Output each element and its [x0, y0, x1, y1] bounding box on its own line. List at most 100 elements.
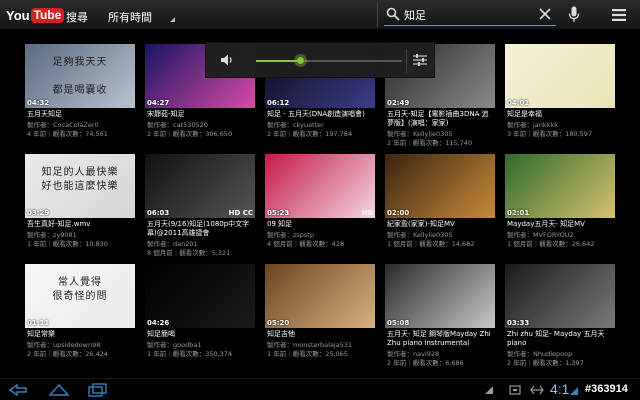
video-title[interactable]: 09 知足 [267, 220, 375, 229]
duration-label: 03:29 [27, 209, 50, 217]
volume-panel [205, 42, 435, 78]
video-card[interactable]: 05:08 五月天- 知足 鋼琴版Mayday Zhi Zhu piano ins… [385, 264, 495, 374]
duration-label: 01:11 [27, 319, 50, 327]
duration-label: 04:26 [147, 319, 170, 327]
video-title[interactable]: 五月天(9/16)知足(1080p中文字幕)@2011高雄捷會 [147, 220, 255, 238]
video-title[interactable]: 五月天- 知足 鋼琴版Mayday Zhi Zhu piano instrume… [387, 330, 495, 348]
video-meta: 2 年前｜觀看次數：26,424 [27, 350, 108, 358]
video-meta: 4 個月前｜觀看次數：428 [267, 240, 345, 248]
video-results-grid: 足夠我天天 都是喝囊收 04:32 五月天知足 製作者：CocaColaZer0 4 年… [0, 30, 640, 378]
duration-label: 06:03 [147, 209, 170, 217]
close-icon[interactable] [539, 8, 551, 20]
wifi-icon [570, 387, 578, 395]
video-card[interactable]: 04:26 知足簡喝 製作者：goodba1 1 年前｜觀看次數：350,374 [145, 264, 255, 374]
video-thumbnail[interactable]: 06:03 HD CC [145, 154, 255, 218]
logo-you: You [6, 7, 30, 23]
video-thumbnail[interactable]: 02:00 [385, 154, 495, 218]
system-bar: 4:1 #363914 [0, 378, 640, 400]
video-title[interactable]: Mayday五月天- 知足MV [507, 220, 615, 229]
video-meta: 3 年前｜觀看次數：180,597 [507, 130, 593, 138]
video-title[interactable]: 知足 - 五月天(DNA創造演唱會) [267, 110, 375, 119]
video-thumbnail[interactable]: 03:33 [505, 264, 615, 328]
video-card[interactable]: 02:00 紀家盈(家家)-知足MV 製作者：Kellylie0305 1 個月前｜觀… [385, 154, 495, 264]
video-thumbnail[interactable]: 02:01 [505, 154, 615, 218]
video-meta: 1 年前｜觀看次數：25,065 [267, 350, 348, 358]
duration-label: 02:49 [387, 99, 410, 107]
video-title[interactable]: 宋靜茹-知足 [147, 110, 255, 119]
youtube-logo[interactable]: You Tube [6, 7, 65, 23]
video-card[interactable]: 02:01 Mayday五月天- 知足MV 製作者：MVFORYOU2 1 個月前｜觀… [505, 154, 615, 264]
divider [406, 49, 407, 73]
video-title[interactable]: 知足常樂 [27, 330, 135, 339]
time-filter-dropdown[interactable]: 所有時間 [108, 9, 152, 25]
video-thumbnail[interactable]: 知足的人最快樂 好也能這麼快樂 03:29 [25, 154, 135, 218]
video-title[interactable]: Zhi zhu 知足- Mayday 五月天 piano [507, 330, 615, 348]
video-thumbnail[interactable]: 05:23 HD [265, 154, 375, 218]
duration-label: 06:12 [267, 99, 290, 107]
video-title[interactable]: 五月天-知足【電影插曲3DNA 追夢版】(演唱：家家) [387, 110, 495, 128]
video-meta: 1 個月前｜觀看次數：26,642 [507, 240, 595, 248]
thumbnail-caption: 常人覺得 很奇怪的問 [52, 277, 108, 302]
video-meta: 2 年前｜觀看次數：197,784 [267, 130, 353, 138]
home-icon[interactable] [48, 383, 70, 397]
video-card[interactable]: 知足的人最快樂 好也能這麼快樂 03:29 吾生真好-知足.wmv 製作者：zy908… [25, 154, 135, 264]
video-meta: 4 年前｜觀看次數：74,561 [27, 130, 108, 138]
video-thumbnail[interactable]: 05:08 [385, 264, 495, 328]
overflow-menu-icon[interactable] [612, 8, 626, 22]
video-thumbnail[interactable]: 常人覺得 很奇怪的問 01:11 [25, 264, 135, 328]
video-card[interactable]: 05:23 HD 09 知足 製作者：zspstp 4 個月前｜觀看次數：428 [265, 154, 375, 264]
duration-label: 04:01 [507, 99, 530, 107]
thumbnail-caption: 知足的人最快樂 好也能這麼快樂 [41, 167, 119, 192]
duration-label: 04:32 [27, 99, 50, 107]
video-card[interactable]: 03:33 Zhi zhu 知足- Mayday 五月天 piano 製作者：Nhu… [505, 264, 615, 374]
search-underline [384, 25, 556, 26]
video-meta: 1 年前｜觀看次數：10,830 [27, 240, 108, 248]
duration-label: 05:08 [387, 319, 410, 327]
video-title[interactable]: 知足是幸福 [507, 110, 615, 119]
video-thumbnail[interactable]: 04:26 [145, 264, 255, 328]
video-title[interactable]: 知足簡喝 [147, 330, 255, 339]
watermark: #363914 [585, 383, 628, 395]
video-thumbnail[interactable]: 05:20 [265, 264, 375, 328]
clock: 4:1 [550, 381, 570, 397]
video-title[interactable]: 紀家盈(家家)-知足MV [387, 220, 495, 229]
hd-badge: HD CC [228, 209, 253, 217]
dropdown-corner-icon [170, 17, 175, 22]
video-thumbnail[interactable]: 04:01 [505, 44, 615, 108]
video-meta: 2 年前｜觀看次數：115,740 [387, 139, 473, 147]
hd-badge: HD [361, 209, 373, 217]
video-meta: 2 年前｜觀看次數：1,397 [507, 359, 584, 367]
thumbnail-caption: 足夠我天天 都是喝囊收 [52, 57, 108, 96]
microphone-icon[interactable] [568, 6, 580, 23]
video-card[interactable]: 常人覺得 很奇怪的問 01:11 知足常樂 製作者：upsidedown98 2 年前｜… [25, 264, 135, 374]
search-tab[interactable]: 搜尋 [66, 9, 88, 25]
video-thumbnail[interactable]: 足夠我天天 都是喝囊收 04:32 [25, 44, 135, 108]
video-title[interactable]: 吾生真好-知足.wmv [27, 220, 135, 229]
usb-icon [509, 385, 521, 395]
video-card[interactable]: 足夠我天天 都是喝囊收 04:32 五月天知足 製作者：CocaColaZer0 4 年… [25, 44, 135, 154]
video-title[interactable]: 五月天知足 [27, 110, 135, 119]
video-meta: 2 年前｜觀看次數：6,686 [387, 359, 464, 367]
duration-label: 05:20 [267, 319, 290, 327]
video-card[interactable]: 04:01 知足是幸福 製作者：jankkkk 3 年前｜觀看次數：180,597 [505, 44, 615, 154]
notification-icon[interactable] [484, 385, 494, 395]
divider [377, 3, 378, 27]
video-card[interactable]: 06:03 HD CC 五月天(9/16)知足(1080p中文字幕)@2011高雄捷… [145, 154, 255, 264]
sliders-settings-icon[interactable] [413, 53, 427, 67]
duration-label: 03:33 [507, 319, 530, 327]
video-card[interactable]: 05:20 知足吉他 製作者：monsterbalaja531 1 年前｜觀看次數：2… [265, 264, 375, 374]
search-input[interactable] [404, 6, 524, 24]
video-title[interactable]: 知足吉他 [267, 330, 375, 339]
action-bar: You Tube 搜尋 所有時間 [0, 0, 640, 30]
search-icon[interactable] [386, 7, 400, 21]
duration-label: 05:23 [267, 209, 290, 217]
duration-label: 02:01 [507, 209, 530, 217]
back-icon[interactable] [8, 384, 28, 396]
duration-label: 02:00 [387, 209, 410, 217]
video-meta: 1 個月前｜觀看次數：14,682 [387, 240, 475, 248]
speaker-icon [221, 54, 232, 66]
recent-apps-icon[interactable] [88, 383, 108, 397]
volume-slider[interactable] [256, 54, 402, 67]
duration-label: 04:27 [147, 99, 170, 107]
volume-slider-thumb[interactable] [293, 54, 307, 67]
